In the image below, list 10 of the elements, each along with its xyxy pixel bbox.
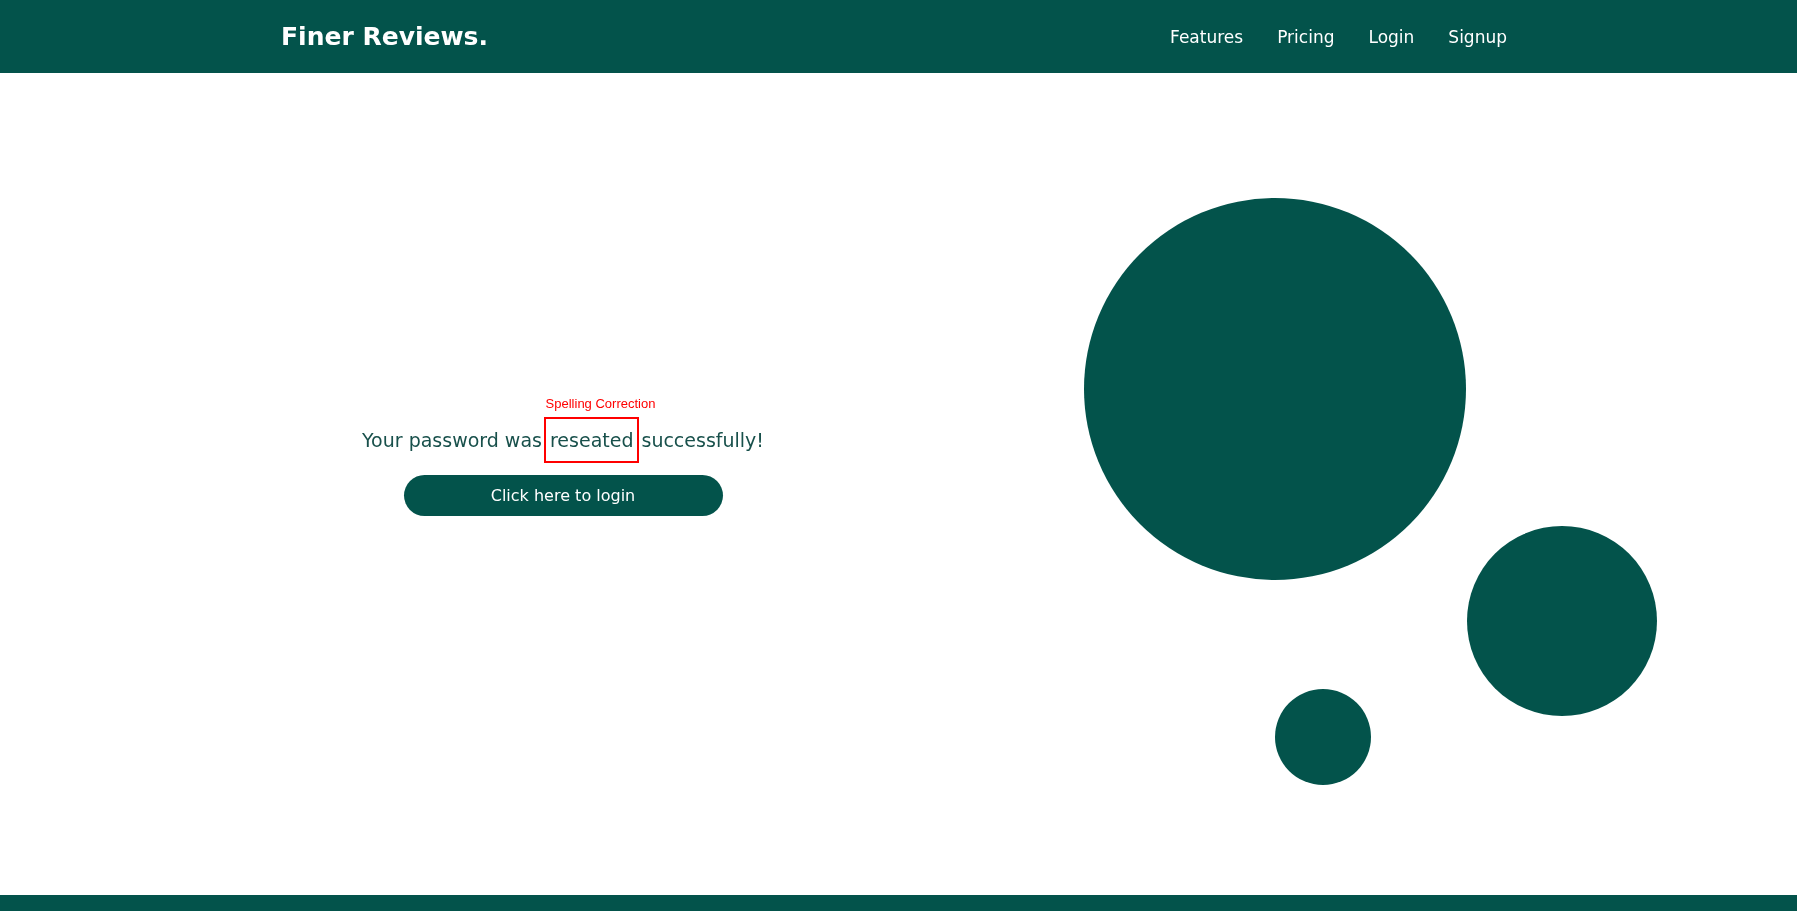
flagged-word: reseated bbox=[549, 429, 634, 451]
nav-link[interactable]: Signup bbox=[1448, 26, 1507, 47]
annotation-label: Spelling Correction bbox=[545, 396, 656, 411]
logo-link[interactable]: Finer Reviews. bbox=[281, 22, 488, 51]
nav-link[interactable]: Features bbox=[1170, 26, 1244, 47]
nav-link[interactable]: Pricing bbox=[1277, 26, 1335, 47]
login-button[interactable]: Click here to login bbox=[403, 475, 723, 516]
message-text: Your password was bbox=[362, 429, 542, 451]
nav-link[interactable]: Login bbox=[1368, 26, 1415, 47]
message-text: successfully! bbox=[641, 429, 764, 451]
